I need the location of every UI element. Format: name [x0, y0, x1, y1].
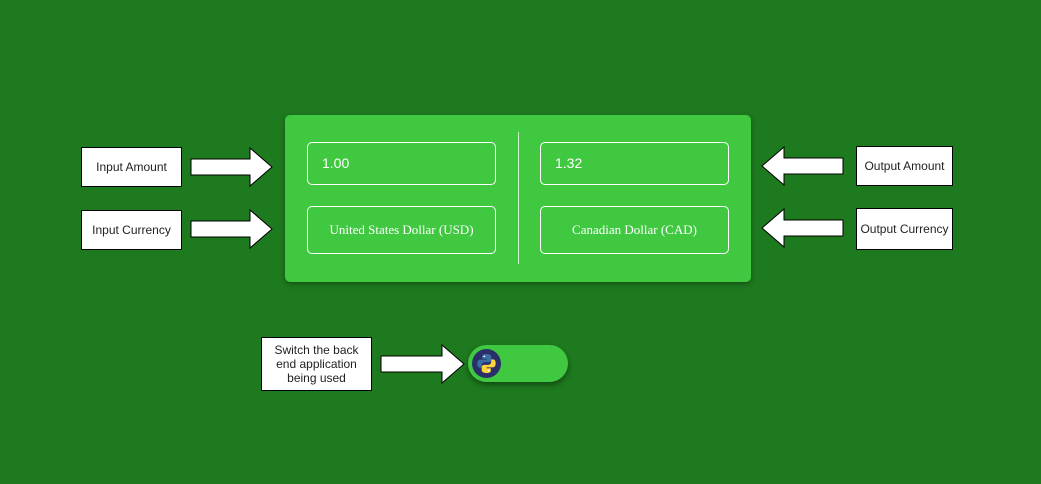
switch-backend-arrow [380, 343, 465, 385]
switch-backend-label: Switch the back end application being us… [261, 337, 372, 391]
card-divider [518, 132, 519, 264]
output-amount-label: Output Amount [856, 146, 953, 186]
output-amount-arrow [761, 145, 844, 187]
input-amount-arrow [190, 146, 273, 188]
input-amount-field[interactable]: 1.00 [307, 142, 496, 185]
converter-card: 1.00 1.32 United States Dollar (USD) Can… [285, 115, 751, 282]
output-currency-select[interactable]: Canadian Dollar (CAD) [540, 206, 729, 254]
output-currency-label: Output Currency [856, 208, 953, 250]
python-logo-icon [472, 349, 501, 378]
output-currency-arrow [761, 207, 844, 249]
backend-toggle[interactable] [468, 345, 568, 382]
input-amount-label: Input Amount [81, 147, 182, 187]
input-currency-select[interactable]: United States Dollar (USD) [307, 206, 496, 254]
input-currency-label: Input Currency [81, 210, 182, 250]
output-amount-field[interactable]: 1.32 [540, 142, 729, 185]
input-currency-arrow [190, 208, 273, 250]
